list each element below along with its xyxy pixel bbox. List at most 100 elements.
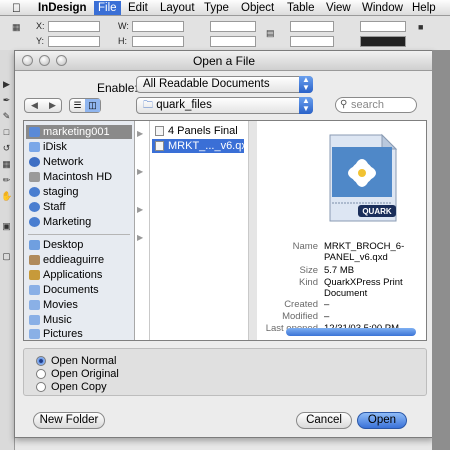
pen-tool-icon[interactable]: ✒ (1, 94, 12, 107)
open-normal-radio[interactable]: Open Normal (36, 355, 236, 367)
sidebar-item-movies[interactable]: Movies (26, 298, 132, 312)
file-browser: marketing001 iDisk Network Macintosh HD … (23, 120, 427, 341)
menu-view[interactable]: View (322, 1, 355, 15)
sidebar-item-label: Marketing (43, 216, 92, 228)
disclosure-triangle-icon: ▶ (137, 129, 144, 138)
sidebar-item-label: Staff (43, 201, 66, 213)
sidebar-item-macintosh-hd[interactable]: Macintosh HD (26, 170, 132, 184)
server-icon (29, 217, 40, 227)
sidebar-item-eddieaguirre[interactable]: eddieaguirre (26, 253, 132, 267)
shear-field[interactable] (290, 36, 334, 47)
menu-help[interactable]: Help (408, 1, 440, 15)
pencil-tool-icon[interactable]: ✎ (1, 110, 12, 123)
selection-tool-icon[interactable]: ▶ (1, 78, 12, 91)
menu-layout[interactable]: Layout (156, 1, 199, 15)
sidebar-item-documents[interactable]: Documents (26, 283, 132, 297)
new-folder-button[interactable]: New Folder (33, 412, 105, 429)
view-mode-buttons: ☰ ◫ (69, 98, 101, 113)
sidebar-item-label: eddieaguirre (43, 254, 105, 266)
hand-tool-icon[interactable]: ✋ (1, 190, 12, 203)
applications-icon (29, 270, 40, 280)
menu-object[interactable]: Object (237, 1, 278, 15)
document-icon (155, 126, 164, 136)
none-swatch-icon[interactable]: ▢ (1, 250, 12, 263)
search-field[interactable]: ⚲ search (335, 97, 417, 113)
file-name: MRKT_..._v6.qxd (168, 140, 253, 152)
rotate-tool-icon[interactable]: ↺ (1, 142, 12, 155)
x-field[interactable] (48, 21, 100, 32)
back-arrow-icon[interactable]: ◀ (31, 100, 38, 111)
popup-arrows-icon: ▲ ▼ (299, 76, 313, 93)
rotation-field[interactable] (290, 21, 334, 32)
radio-label: Open Normal (51, 355, 117, 367)
gradient-tool-icon[interactable]: ▦ (1, 158, 12, 171)
stroke-weight-field[interactable] (360, 21, 406, 32)
menu-bar:  InDesign File Edit Layout Type Object … (0, 0, 450, 16)
sidebar-item-desktop[interactable]: Desktop (26, 238, 132, 252)
sidebar-item-label: Pictures (43, 328, 83, 340)
radio-label: Open Original (51, 368, 119, 380)
file-row-mrkt-v6[interactable]: MRKT_..._v6.qxd (152, 139, 253, 153)
desktop-icon (29, 240, 40, 250)
sidebar-item-label: Applications (43, 269, 103, 281)
menu-app-name[interactable]: InDesign (34, 1, 91, 15)
menu-edit[interactable]: Edit (124, 1, 152, 15)
sidebar-item-staging[interactable]: staging (26, 185, 132, 199)
stroke-type-field[interactable] (360, 36, 406, 47)
sidebar: marketing001 iDisk Network Macintosh HD … (24, 121, 135, 340)
menu-type[interactable]: Type (200, 1, 233, 15)
document-icon (155, 141, 164, 151)
sidebar-item-marketing[interactable]: Marketing (26, 215, 132, 229)
constrain-proportions-icon[interactable]: ▤ (266, 28, 275, 39)
sidebar-item-network[interactable]: Network (26, 155, 132, 169)
open-copy-radio[interactable]: Open Copy (36, 381, 236, 393)
file-name: 4 Panels Final (168, 125, 238, 137)
menu-table[interactable]: Table (283, 1, 319, 15)
disclosure-triangle-icon: ▶ (137, 233, 144, 242)
sidebar-item-pictures[interactable]: Pictures (26, 327, 132, 341)
horizontal-scrollbar[interactable] (286, 328, 416, 336)
stroke-swatch-icon[interactable]: ■ (418, 22, 423, 32)
sidebar-item-idisk[interactable]: iDisk (26, 140, 132, 154)
rectangle-tool-icon[interactable]: □ (1, 126, 12, 139)
menu-window[interactable]: Window (358, 1, 407, 15)
sidebar-item-music[interactable]: Music (26, 313, 132, 327)
sidebar-item-marketing001[interactable]: marketing001 (26, 125, 132, 139)
open-original-radio[interactable]: Open Original (36, 368, 236, 380)
radio-icon (36, 382, 46, 392)
scale-y-field[interactable] (210, 36, 256, 47)
column-view-icon[interactable]: ◫ (85, 99, 100, 112)
sidebar-item-label: staging (43, 186, 79, 198)
dialog-title: Open a File (192, 54, 256, 68)
y-field[interactable] (48, 36, 100, 47)
info-created: Created – (284, 299, 330, 310)
enable-popup[interactable]: All Readable Documents ▲ ▼ (136, 76, 313, 93)
forward-arrow-icon[interactable]: ▶ (49, 100, 56, 111)
radio-label: Open Copy (51, 381, 107, 393)
sidebar-item-staff[interactable]: Staff (26, 200, 132, 214)
reference-point-icon[interactable]: ▦ (12, 22, 21, 33)
sidebar-divider (28, 234, 130, 235)
eyedropper-tool-icon[interactable]: ✏ (1, 174, 12, 187)
info-kind: Kind QuarkXPress Print Document (298, 277, 403, 299)
apple-icon[interactable]:  (12, 1, 21, 15)
fill-stroke-icon[interactable]: ▣ (1, 220, 12, 233)
sidebar-item-applications[interactable]: Applications (26, 268, 132, 282)
w-field[interactable] (132, 21, 184, 32)
scale-x-field[interactable] (210, 21, 256, 32)
h-field[interactable] (132, 36, 184, 47)
disclosure-triangle-icon: ▶ (137, 205, 144, 214)
computer-icon (29, 127, 40, 137)
h-label: H: (118, 36, 127, 46)
list-view-icon[interactable]: ☰ (70, 99, 85, 112)
browser-column-previous[interactable]: ▶ ▶ ▶ ▶ (135, 121, 150, 340)
file-row-4-panels-final[interactable]: 4 Panels Final (152, 124, 244, 138)
cancel-button[interactable]: Cancel (296, 412, 352, 429)
sidebar-item-label: Documents (43, 284, 99, 296)
server-icon (29, 202, 40, 212)
quark-document-preview-icon: QUARK (329, 133, 398, 222)
menu-file[interactable]: File (94, 1, 121, 15)
location-popup[interactable]: 🗀 quark_files ▲ ▼ (136, 97, 313, 114)
x-label: X: (36, 21, 45, 31)
open-button[interactable]: Open (357, 412, 407, 429)
